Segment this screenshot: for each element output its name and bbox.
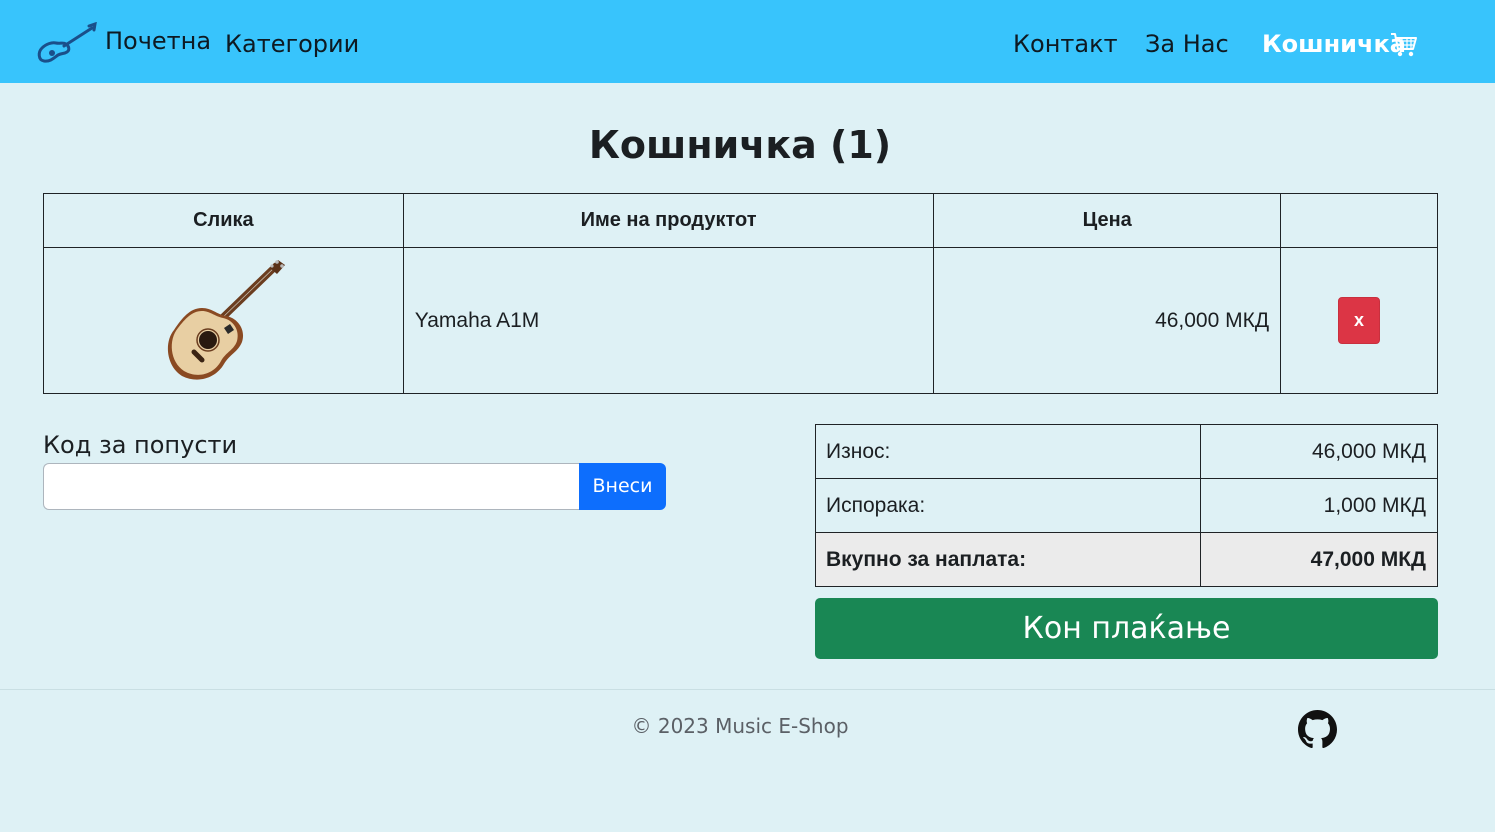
table-row: Yamaha A1M 46,000 МКД x — [43, 247, 1438, 394]
shipping-label: Испорака: — [814, 478, 1202, 533]
header-price: Цена — [933, 193, 1282, 248]
cart-table-header-row: Слика Име на продуктот Цена — [43, 193, 1438, 248]
page-title: Кошничка (1) — [588, 123, 892, 167]
github-icon[interactable] — [1298, 710, 1337, 749]
nav-cart-link[interactable]: Кошничка — [1262, 27, 1406, 61]
subtotal-value: 46,000 МКД — [1200, 424, 1438, 479]
discount-submit-button[interactable]: Внеси — [579, 463, 666, 510]
cart-table: Слика Име на продуктот Цена Yamaha A1M 4… — [43, 193, 1438, 394]
nav-home-link[interactable]: Почетна — [105, 24, 211, 58]
nav-categories-link[interactable]: Категории — [225, 27, 359, 61]
discount-code-input[interactable] — [43, 463, 581, 510]
header-actions — [1280, 193, 1438, 248]
checkout-button[interactable]: Кон плаќање — [815, 598, 1438, 659]
total-label: Вкупно за наплата: — [814, 532, 1202, 587]
discount-code-group: Внеси — [43, 463, 666, 510]
order-summary-table: Износ: 46,000 МКД Испорака: 1,000 МКД Вк… — [814, 424, 1438, 587]
shopping-cart-icon[interactable] — [1390, 32, 1418, 58]
summary-shipping-row: Испорака: 1,000 МКД — [814, 478, 1438, 533]
summary-total-row: Вкупно за наплата: 47,000 МКД — [814, 532, 1438, 587]
product-name-cell: Yamaha A1M — [402, 247, 935, 394]
acoustic-guitar-image — [168, 259, 286, 380]
shipping-value: 1,000 МКД — [1200, 478, 1438, 533]
nav-about-link[interactable]: За Нас — [1145, 27, 1229, 61]
product-price-cell: 46,000 МКД — [933, 247, 1282, 394]
product-actions-cell: x — [1280, 247, 1438, 394]
header-image: Слика — [43, 193, 404, 248]
discount-code-label: Код за попусти — [43, 431, 238, 459]
product-image-cell — [43, 247, 404, 394]
navbar: Почетна Категории Контакт За Нас Кошничк… — [0, 0, 1495, 83]
subtotal-label: Износ: — [814, 424, 1202, 479]
guitar-logo-icon[interactable] — [34, 22, 98, 64]
footer-copyright: © 2023 Music E-Shop — [631, 714, 849, 738]
footer-divider — [0, 689, 1495, 690]
remove-item-button[interactable]: x — [1338, 297, 1381, 344]
summary-subtotal-row: Износ: 46,000 МКД — [814, 424, 1438, 479]
header-product-name: Име на продуктот — [402, 193, 935, 248]
total-value: 47,000 МКД — [1200, 532, 1438, 587]
nav-contact-link[interactable]: Контакт — [1013, 27, 1118, 61]
